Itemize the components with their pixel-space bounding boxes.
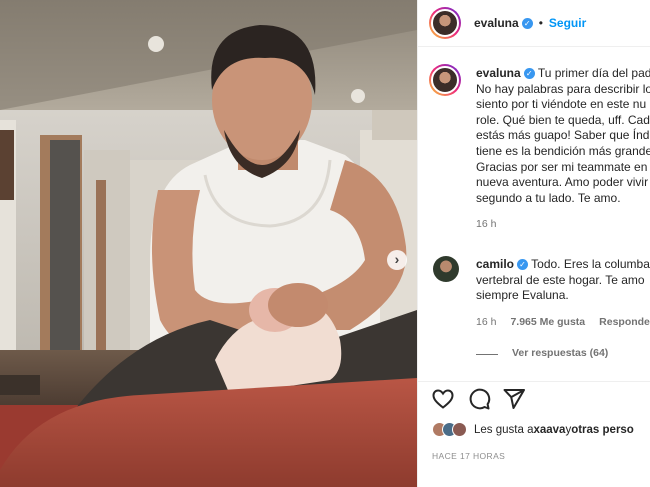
caption-line: siento por ti viéndote en este nu	[476, 97, 647, 112]
comment-meta: 16 h 7.965 Me gusta Responder	[476, 315, 650, 331]
comment-time[interactable]: 16 h	[476, 316, 496, 328]
caption-line: segundo a tu lado. Te amo.	[476, 190, 621, 205]
caption-text: evaluna ✓ Tu primer día del pad No hay pa…	[476, 66, 650, 233]
view-replies-button[interactable]: Ver respuestas (64)	[476, 346, 650, 362]
post-sidebar: evaluna ✓ • Seguir evaluna ✓ Tu primer dí…	[417, 0, 650, 487]
post-image	[0, 0, 417, 487]
liker-avatar	[452, 422, 467, 437]
verified-badge-icon: ✓	[521, 17, 533, 29]
next-image-button[interactable]: ›	[387, 250, 407, 270]
comment-likes[interactable]: 7.965 Me gusta	[510, 316, 585, 328]
caption-line: Tu primer día del pad	[537, 66, 650, 80]
caption-line: role. Qué bien te queda, uff. Cad	[476, 112, 650, 127]
chevron-right-icon: ›	[394, 251, 400, 267]
caption-time[interactable]: 16 h	[476, 217, 650, 233]
comment-icon[interactable]	[467, 387, 491, 411]
caption-line: nueva aventura. Amo poder vivir	[476, 175, 649, 190]
avatar[interactable]	[429, 7, 461, 39]
paper-plane-icon[interactable]	[502, 387, 526, 411]
verified-badge-icon: ✓	[523, 68, 535, 80]
likes-prefix: Les gusta a	[474, 423, 534, 436]
comment-line: siempre Evaluna.	[476, 288, 569, 303]
likes-user[interactable]: xaava	[533, 424, 565, 436]
comment-line: vertebral de este hogar. Te amo	[476, 272, 645, 287]
comment-avatar[interactable]	[433, 256, 459, 282]
follow-button[interactable]: Seguir	[549, 16, 586, 30]
header-username[interactable]: evaluna	[474, 16, 519, 30]
caption-line: No hay palabras para describir lo	[476, 81, 650, 96]
comment-text: camilo ✓ Todo. Eres la columba vertebral …	[476, 257, 650, 362]
caption-username[interactable]: evaluna	[476, 66, 521, 80]
post-time[interactable]: HACE 17 HORAS	[432, 451, 505, 461]
likes-summary[interactable]: Les gusta a xaava y otras perso	[432, 422, 634, 437]
caption-avatar[interactable]	[429, 64, 461, 96]
replies-line	[476, 353, 498, 355]
view-replies-label: Ver respuestas (64)	[512, 347, 609, 360]
heart-icon[interactable]	[431, 387, 455, 411]
caption-line: Gracias por ser mi teammate en	[476, 159, 648, 174]
verified-badge-icon: ✓	[517, 259, 529, 271]
comment-line: Todo. Eres la columba	[531, 257, 650, 271]
caption-line: tiene es la bendición más grande	[476, 143, 650, 158]
caption-line: estás más guapo! Saber que Índi	[476, 128, 650, 143]
separator-dot: •	[538, 16, 543, 30]
likes-others[interactable]: otras perso	[571, 424, 634, 436]
reply-button[interactable]: Responder	[599, 316, 650, 328]
post-photo[interactable]: ›	[0, 0, 417, 487]
action-bar	[418, 381, 650, 416]
comment-username[interactable]: camilo	[476, 257, 514, 271]
post-header: evaluna ✓ • Seguir	[418, 0, 650, 47]
